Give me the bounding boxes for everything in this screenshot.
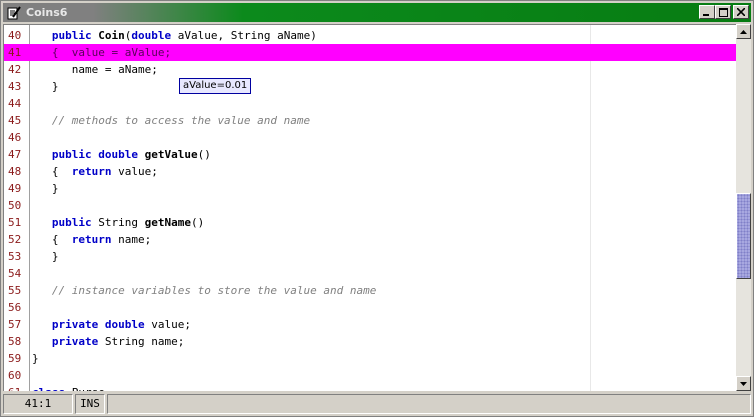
line-number: 60 bbox=[8, 369, 22, 382]
code-line[interactable]: 58 private String name; bbox=[4, 333, 736, 350]
code-text: private double value; bbox=[51, 318, 191, 331]
code-line[interactable]: 61class Purse bbox=[4, 384, 736, 391]
code-text: public String getName() bbox=[51, 216, 205, 229]
code-line[interactable]: 53 } bbox=[4, 248, 736, 265]
code-text: } bbox=[32, 80, 59, 93]
line-number: 40 bbox=[8, 29, 22, 42]
arrow-up-icon bbox=[740, 29, 747, 34]
scroll-down-button[interactable] bbox=[736, 376, 751, 391]
line-number: 43 bbox=[8, 80, 22, 93]
code-line[interactable]: 55 // instance variables to store the va… bbox=[4, 282, 736, 299]
code-line[interactable]: 57 private double value; bbox=[4, 316, 736, 333]
code-text: public double getValue() bbox=[51, 148, 211, 161]
close-button[interactable] bbox=[733, 5, 749, 19]
code-line[interactable]: 60 bbox=[4, 367, 736, 384]
code-editor[interactable]: 40 public Coin(double aValue, String aNa… bbox=[3, 24, 736, 391]
code-line[interactable]: 44 bbox=[4, 95, 736, 112]
close-icon bbox=[737, 8, 745, 16]
code-line[interactable]: 43 } bbox=[4, 78, 736, 95]
code-line[interactable]: 47 public double getValue() bbox=[4, 146, 736, 163]
code-text: class Purse bbox=[32, 384, 105, 391]
code-line[interactable]: 45 // methods to access the value and na… bbox=[4, 112, 736, 129]
code-text: { return value; bbox=[32, 165, 158, 178]
line-number: 55 bbox=[8, 284, 22, 297]
code-text: } bbox=[32, 352, 39, 365]
editor-window: Coins6 40 public Coin(double aValue, Str… bbox=[0, 0, 754, 417]
code-text: private String name; bbox=[51, 335, 185, 348]
code-text: name = aName; bbox=[32, 63, 158, 76]
code-line[interactable]: 59} bbox=[4, 350, 736, 367]
code-line[interactable]: 51 public String getName() bbox=[4, 214, 736, 231]
line-number: 48 bbox=[8, 165, 22, 178]
code-text: public Coin(double aValue, String aName) bbox=[51, 29, 317, 42]
line-number: 57 bbox=[8, 318, 22, 331]
code-line[interactable]: 48 { return value; bbox=[4, 163, 736, 180]
title-bar[interactable]: Coins6 bbox=[3, 3, 751, 22]
code-line[interactable]: 42 name = aName; bbox=[4, 61, 736, 78]
minimize-button[interactable] bbox=[699, 5, 715, 19]
line-number: 61 bbox=[8, 384, 30, 391]
minimize-icon bbox=[703, 14, 709, 16]
code-line[interactable]: 54 bbox=[4, 265, 736, 282]
line-number: 42 bbox=[8, 63, 22, 76]
code-text: } bbox=[32, 182, 59, 195]
arrow-down-icon bbox=[740, 381, 747, 386]
line-number: 51 bbox=[8, 216, 22, 229]
code-line[interactable]: 49 } bbox=[4, 180, 736, 197]
maximize-icon bbox=[718, 7, 728, 17]
line-number: 45 bbox=[8, 114, 22, 127]
code-text: // instance variables to store the value… bbox=[51, 284, 377, 297]
line-number: 56 bbox=[8, 301, 22, 314]
line-number: 47 bbox=[8, 148, 22, 161]
code-text: { value = aValue; bbox=[32, 46, 172, 59]
line-number: 59 bbox=[8, 352, 22, 365]
code-line-current[interactable]: 41 { value = aValue; bbox=[4, 44, 736, 61]
line-number: 41 bbox=[8, 46, 22, 59]
code-line[interactable]: 50 bbox=[4, 197, 736, 214]
edit-document-icon bbox=[6, 5, 22, 21]
code-line[interactable]: 56 bbox=[4, 299, 736, 316]
maximize-button[interactable] bbox=[715, 5, 731, 19]
line-number: 58 bbox=[8, 335, 22, 348]
code-line[interactable]: 46 bbox=[4, 129, 736, 146]
line-number: 46 bbox=[8, 131, 22, 144]
code-text: } bbox=[32, 250, 59, 263]
vertical-scrollbar[interactable] bbox=[736, 24, 751, 391]
line-number: 49 bbox=[8, 182, 22, 195]
line-number: 50 bbox=[8, 199, 22, 212]
cursor-position: 41:1 bbox=[3, 394, 73, 414]
scroll-up-button[interactable] bbox=[736, 24, 751, 39]
code-line[interactable]: 52 { return name; bbox=[4, 231, 736, 248]
insert-mode-indicator: INS bbox=[75, 394, 105, 414]
line-number: 44 bbox=[8, 97, 22, 110]
debug-value-tooltip: aValue=0.01 bbox=[179, 78, 252, 94]
line-number: 53 bbox=[8, 250, 22, 263]
window-title: Coins6 bbox=[26, 6, 68, 19]
line-number: 52 bbox=[8, 233, 22, 246]
code-text: { return name; bbox=[32, 233, 152, 246]
code-line[interactable]: 40 public Coin(double aValue, String aNa… bbox=[4, 27, 736, 44]
line-number: 54 bbox=[8, 267, 22, 280]
status-message bbox=[107, 394, 751, 414]
code-lines: 40 public Coin(double aValue, String aNa… bbox=[4, 27, 736, 391]
scrollbar-thumb[interactable] bbox=[736, 193, 751, 279]
status-bar: 41:1 INS bbox=[3, 394, 751, 414]
code-text: // methods to access the value and name bbox=[51, 114, 311, 127]
